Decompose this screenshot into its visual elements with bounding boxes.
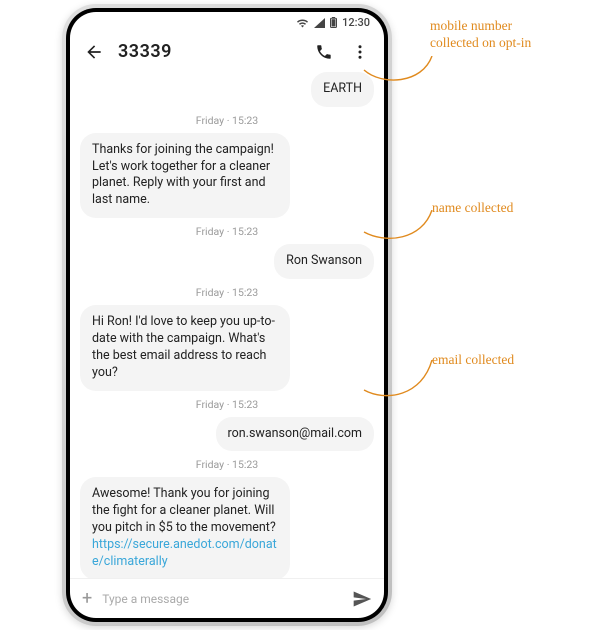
message-sent: ron.swanson@mail.com (80, 417, 374, 452)
back-button[interactable] (82, 40, 106, 64)
message-received: Hi Ron! I'd love to keep you up-to-date … (80, 305, 374, 391)
status-bar: 12:30 (70, 12, 384, 34)
input-bar: + Type a message (70, 578, 384, 618)
chat-body[interactable]: EARTH Friday · 15:23 Thanks for joining … (70, 72, 384, 579)
timestamp: Friday · 15:23 (80, 286, 374, 299)
message-input[interactable]: Type a message (102, 592, 342, 606)
message-bubble: ron.swanson@mail.com (216, 417, 374, 452)
message-text: Awesome! Thank you for joining the fight… (92, 486, 276, 535)
annotation-email: email collected (432, 352, 552, 369)
more-button[interactable] (348, 40, 372, 64)
message-received: Thanks for joining the campaign! Let's w… (80, 133, 374, 219)
message-sent: EARTH (80, 72, 374, 107)
signal-icon (314, 18, 325, 28)
annotation-mobile-number: mobile number collected on opt-in (430, 18, 550, 52)
chat-title: 33339 (118, 41, 300, 62)
chat-header: 33339 (70, 34, 384, 72)
screen: 12:30 33339 EARTH Frida (70, 12, 384, 618)
message-bubble: Thanks for joining the campaign! Let's w… (80, 133, 290, 219)
message-link[interactable]: https://secure.anedot.com/donate/climate… (92, 537, 277, 569)
attach-button[interactable]: + (82, 590, 92, 608)
battery-icon (330, 17, 337, 28)
timestamp: Friday · 15:23 (80, 225, 374, 238)
call-button[interactable] (312, 40, 336, 64)
timestamp: Friday · 15:23 (80, 458, 374, 471)
message-sent: Ron Swanson (80, 244, 374, 279)
message-received: Awesome! Thank you for joining the fight… (80, 477, 374, 578)
timestamp: Friday · 15:23 (80, 398, 374, 411)
phone-frame: 12:30 33339 EARTH Frida (62, 4, 392, 626)
wifi-icon (296, 18, 309, 28)
send-button[interactable] (352, 589, 372, 609)
message-bubble: Ron Swanson (274, 244, 374, 279)
timestamp: Friday · 15:23 (80, 114, 374, 127)
status-time: 12:30 (342, 16, 370, 29)
message-bubble: Awesome! Thank you for joining the fight… (80, 477, 290, 578)
message-bubble: Hi Ron! I'd love to keep you up-to-date … (80, 305, 290, 391)
phone-bezel: 12:30 33339 EARTH Frida (66, 8, 388, 622)
annotation-name: name collected (432, 200, 552, 217)
message-bubble: EARTH (311, 72, 374, 107)
